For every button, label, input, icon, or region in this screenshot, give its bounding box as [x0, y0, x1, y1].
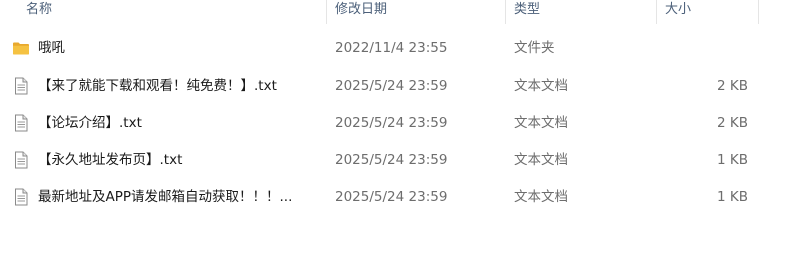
column-header-date-modified[interactable]: 修改日期 [335, 0, 387, 24]
text-file-icon [12, 77, 30, 95]
file-row-text[interactable]: 【论坛介绍】.txt 2025/5/24 23:59 文本文档 2 KB [0, 110, 798, 136]
column-header-name[interactable]: 名称 [26, 0, 52, 24]
text-file-icon [12, 151, 30, 169]
file-type: 文本文档 [514, 115, 568, 131]
file-date-modified: 2022/11/4 23:55 [335, 40, 448, 56]
file-date-modified: 2025/5/24 23:59 [335, 115, 448, 131]
column-divider[interactable] [505, 0, 506, 24]
file-type: 文本文档 [514, 152, 568, 168]
file-date-modified: 2025/5/24 23:59 [335, 152, 448, 168]
column-divider[interactable] [656, 0, 657, 24]
file-type: 文本文档 [514, 78, 568, 94]
column-header-type[interactable]: 类型 [514, 0, 540, 24]
text-file-icon [12, 114, 30, 132]
file-name: 哦吼 [38, 40, 65, 56]
file-name: 最新地址及APP请发邮箱自动获取！！！... [38, 189, 293, 205]
file-name: 【永久地址发布页】.txt [38, 152, 183, 168]
file-size [640, 35, 748, 61]
file-type: 文本文档 [514, 189, 568, 205]
file-name: 【来了就能下载和观看！纯免费！】.txt [38, 78, 277, 94]
text-file-icon [12, 188, 30, 206]
file-size: 2 KB [717, 78, 748, 94]
file-size: 2 KB [717, 115, 748, 131]
column-divider[interactable] [758, 0, 759, 24]
file-size: 1 KB [717, 189, 748, 205]
file-explorer-list-view: 名称 修改日期 类型 大小 哦吼 2022/11/4 23:55 文件夹 【来了… [0, 0, 798, 257]
folder-icon [12, 39, 30, 57]
file-row-text[interactable]: 【来了就能下载和观看！纯免费！】.txt 2025/5/24 23:59 文本文… [0, 73, 798, 99]
file-type: 文件夹 [514, 40, 555, 56]
file-size: 1 KB [717, 152, 748, 168]
column-header-size[interactable]: 大小 [665, 0, 691, 24]
file-row-text[interactable]: 【永久地址发布页】.txt 2025/5/24 23:59 文本文档 1 KB [0, 147, 798, 173]
file-date-modified: 2025/5/24 23:59 [335, 189, 448, 205]
file-row-text[interactable]: 最新地址及APP请发邮箱自动获取！！！... 2025/5/24 23:59 文… [0, 184, 798, 210]
file-row-folder[interactable]: 哦吼 2022/11/4 23:55 文件夹 [0, 35, 798, 61]
file-name: 【论坛介绍】.txt [38, 115, 142, 131]
column-divider[interactable] [326, 0, 327, 24]
column-header-row: 名称 修改日期 类型 大小 [0, 0, 798, 24]
file-date-modified: 2025/5/24 23:59 [335, 78, 448, 94]
